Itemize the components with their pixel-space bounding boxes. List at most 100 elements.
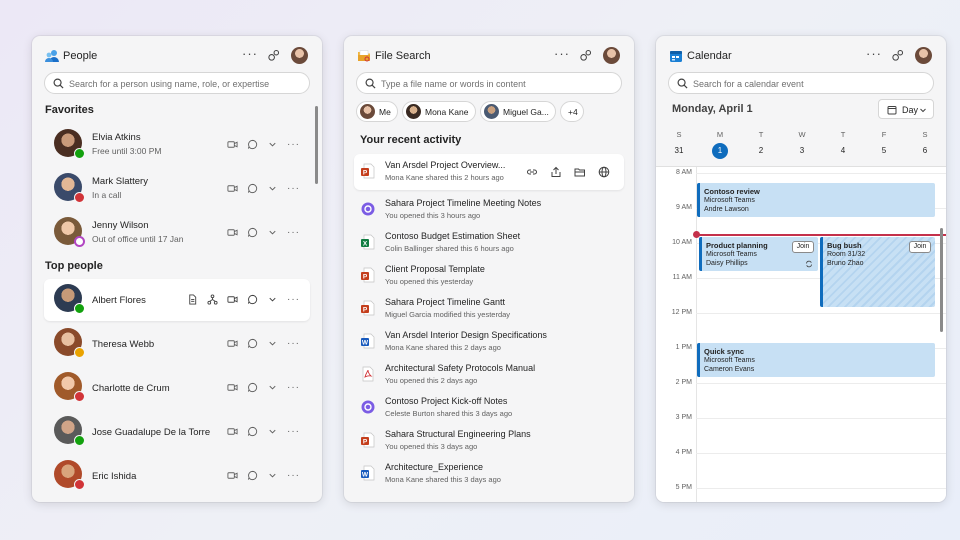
top-person-row[interactable]: Theresa Webb ··· [44, 323, 310, 365]
chevron-down-icon[interactable] [267, 183, 278, 194]
video-call-icon[interactable] [227, 139, 238, 150]
more-options-icon[interactable]: ··· [287, 183, 300, 194]
user-avatar[interactable] [603, 47, 620, 64]
more-options-icon[interactable]: ··· [287, 338, 300, 349]
link-icon[interactable] [526, 166, 538, 178]
share-icon[interactable] [267, 49, 280, 62]
chevron-down-icon[interactable] [267, 139, 278, 150]
top-person-row[interactable]: Eric Ishida ··· [44, 455, 310, 497]
day-number[interactable]: 5 [876, 143, 892, 159]
video-call-icon[interactable] [227, 227, 238, 238]
day-number-today[interactable]: 1 [712, 143, 728, 159]
people-scrollbar[interactable] [315, 106, 318, 184]
file-search-box[interactable] [356, 72, 622, 94]
chevron-down-icon[interactable] [267, 227, 278, 238]
event-contoso-review[interactable]: Contoso review Microsoft Teams Andre Law… [697, 183, 935, 217]
chevron-down-icon[interactable] [267, 294, 278, 305]
top-person-row[interactable]: Jose Guadalupe De la Torre ··· [44, 411, 310, 453]
day-number[interactable]: 3 [794, 143, 810, 159]
file-item[interactable]: P Sahara Structural Engineering Plans Yo… [354, 423, 624, 456]
chevron-down-icon[interactable] [267, 338, 278, 349]
globe-icon[interactable] [598, 166, 610, 178]
chat-icon[interactable] [247, 338, 258, 349]
file-item[interactable]: Contoso Project Kick-off Notes Celeste B… [354, 390, 624, 423]
file-item[interactable]: P Van Arsdel Project Overview... Mona Ka… [354, 154, 624, 190]
org-chart-icon[interactable] [207, 293, 218, 305]
file-item[interactable]: P Client Proposal Template You opened th… [354, 258, 624, 291]
day-number[interactable]: 31 [671, 143, 687, 159]
more-options-icon[interactable]: ··· [287, 139, 300, 150]
video-call-icon[interactable] [227, 338, 238, 349]
top-person-row[interactable]: Albert Flores ··· [44, 279, 310, 321]
chevron-down-icon[interactable] [267, 470, 278, 481]
more-options-icon[interactable]: ··· [287, 426, 300, 437]
day-number[interactable]: 2 [753, 143, 769, 159]
more-people-chip[interactable]: +4 [560, 101, 584, 122]
open-folder-icon[interactable] [574, 166, 586, 178]
video-call-icon[interactable] [227, 470, 238, 481]
event-product-planning[interactable]: Product planning Microsoft Teams Daisy P… [699, 237, 818, 271]
powerpoint-file-icon: P [361, 267, 375, 283]
chat-icon[interactable] [247, 139, 258, 150]
event-bug-bush[interactable]: Bug bush Room 31/32 Bruno Zhao Join [820, 237, 935, 307]
person-filter-chip[interactable]: Mona Kane [402, 101, 476, 122]
view-selector-button[interactable]: Day [878, 99, 934, 119]
file-item[interactable]: Sahara Project Timeline Meeting Notes Yo… [354, 192, 624, 225]
day-number[interactable]: 6 [917, 143, 933, 159]
file-item[interactable]: W Architecture_Experience Mona Kane shar… [354, 456, 624, 489]
day-grid[interactable]: 8 AM 9 AM 10 AM 11 AM 12 PM 1 PM 2 PM 3 … [656, 166, 946, 502]
share-icon[interactable] [550, 166, 562, 178]
video-call-icon[interactable] [227, 426, 238, 437]
person-filter-chip[interactable]: Me [356, 101, 398, 122]
chat-icon[interactable] [247, 227, 258, 238]
file-activity: Miguel Garcia modified this yesterday [385, 310, 511, 319]
person-filter-chip[interactable]: Miguel Ga... [480, 101, 556, 122]
more-options-icon[interactable]: ··· [287, 382, 300, 393]
calendar-search-input[interactable] [693, 76, 923, 91]
join-button[interactable]: Join [792, 241, 814, 253]
chat-icon[interactable] [247, 426, 258, 437]
more-options-icon[interactable]: ··· [554, 46, 570, 61]
join-button[interactable]: Join [909, 241, 931, 253]
chat-icon[interactable] [247, 294, 258, 305]
more-options-icon[interactable]: ··· [287, 227, 300, 238]
file-item[interactable]: P Sahara Project Timeline Gantt Miguel G… [354, 291, 624, 324]
calendar-search-box[interactable] [668, 72, 934, 94]
file-name: Contoso Budget Estimation Sheet [385, 231, 521, 241]
chevron-down-icon[interactable] [267, 426, 278, 437]
top-person-row[interactable]: Charlotte de Crum ··· [44, 367, 310, 409]
more-options-icon[interactable]: ··· [866, 46, 882, 61]
more-options-icon[interactable]: ··· [287, 470, 300, 481]
hour-label: 4 PM [675, 449, 692, 456]
chat-icon[interactable] [247, 382, 258, 393]
chat-icon[interactable] [247, 183, 258, 194]
file-search-title: File Search [375, 50, 431, 62]
calendar-scrollbar[interactable] [940, 228, 943, 332]
file-icon[interactable] [187, 293, 198, 305]
file-activity: You opened this 3 days ago [385, 442, 478, 451]
person-name: Charlotte de Crum [92, 383, 170, 394]
share-icon[interactable] [891, 49, 904, 62]
favorite-person-row[interactable]: Mark Slattery In a call ··· [44, 168, 310, 210]
file-item[interactable]: X Contoso Budget Estimation Sheet Colin … [354, 225, 624, 258]
chevron-down-icon[interactable] [267, 382, 278, 393]
user-avatar[interactable] [291, 47, 308, 64]
day-number[interactable]: 4 [835, 143, 851, 159]
share-icon[interactable] [579, 49, 592, 62]
video-call-icon[interactable] [227, 183, 238, 194]
people-search-input[interactable] [69, 76, 299, 91]
more-options-icon[interactable]: ··· [242, 46, 258, 61]
chat-icon[interactable] [247, 470, 258, 481]
more-options-icon[interactable]: ··· [287, 294, 300, 305]
file-item[interactable]: Architectural Safety Protocols Manual Yo… [354, 357, 624, 390]
user-avatar[interactable] [915, 47, 932, 64]
event-quick-sync[interactable]: Quick sync Microsoft Teams Cameron Evans [697, 343, 935, 377]
favorite-person-row[interactable]: Elvia Atkins Free until 3:00 PM ··· [44, 124, 310, 166]
file-item[interactable]: W Van Arsdel Interior Design Specificati… [354, 324, 624, 357]
avatar [484, 104, 499, 119]
video-call-icon[interactable] [227, 294, 238, 305]
people-search-box[interactable] [44, 72, 310, 94]
video-call-icon[interactable] [227, 382, 238, 393]
favorite-person-row[interactable]: Jenny Wilson Out of office until 17 Jan … [44, 212, 310, 254]
file-search-input[interactable] [381, 76, 611, 91]
